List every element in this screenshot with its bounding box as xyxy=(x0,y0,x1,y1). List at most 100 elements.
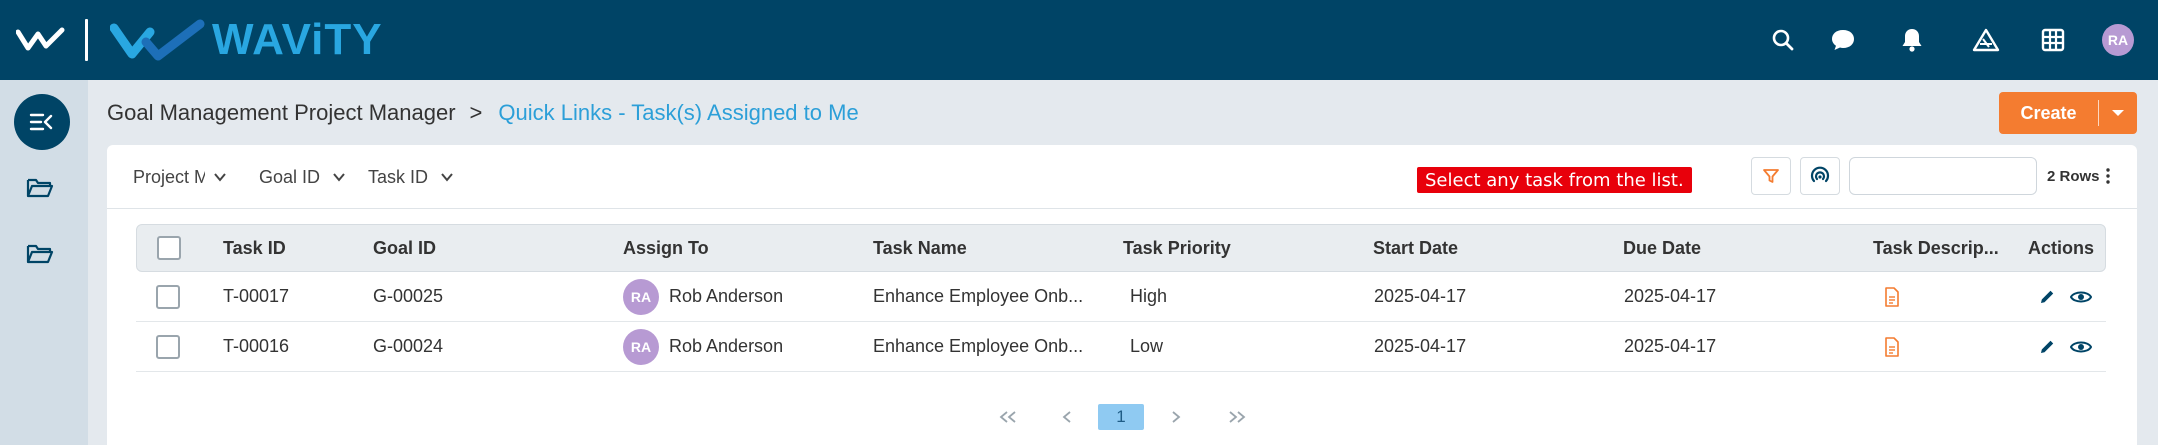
view-eye-icon[interactable] xyxy=(2070,286,2092,308)
col-actions: Actions xyxy=(2028,237,2095,258)
col-due-date[interactable]: Due Date xyxy=(1623,225,1701,271)
folder-open-icon xyxy=(26,178,54,198)
col-start-date[interactable]: Start Date xyxy=(1373,225,1458,271)
broadcast-icon xyxy=(1810,166,1830,183)
cell-actions xyxy=(2036,272,2092,321)
document-icon[interactable] xyxy=(1881,336,1903,358)
cell-goal-id: G-00025 xyxy=(373,286,444,306)
cell-assign-to: RA Rob Anderson xyxy=(623,272,783,321)
row-checkbox[interactable] xyxy=(156,334,180,359)
selection-hint: Select any task from the list. xyxy=(1417,167,1692,193)
cell-start-date: 2025-04-17 xyxy=(1374,286,1467,306)
table-row[interactable]: T-00016 G-00024 RA Rob Anderson Enhance … xyxy=(136,322,2106,372)
create-dropdown-toggle[interactable] xyxy=(2099,92,2137,134)
search-box xyxy=(1849,157,2067,195)
filter-bar: Project Manager Goal ID Task ID Select a… xyxy=(107,145,2137,209)
col-task-description[interactable]: Task Descrip... xyxy=(1873,225,1999,271)
cell-task-name: Enhance Employee Onb... xyxy=(873,286,1084,306)
assignee-avatar: RA xyxy=(623,278,659,315)
bell-icon[interactable] xyxy=(1898,26,1926,54)
double-chevron-right-icon xyxy=(1229,411,1246,423)
pagination: 1 xyxy=(107,395,2137,435)
filter-button[interactable] xyxy=(1751,157,1791,195)
kebab-menu-icon xyxy=(2105,168,2110,184)
sidebar xyxy=(0,80,88,445)
next-page-button[interactable] xyxy=(1164,403,1188,431)
assignee-name: Rob Anderson xyxy=(669,336,784,356)
edit-pencil-icon[interactable] xyxy=(2036,286,2058,308)
grid-icon[interactable] xyxy=(2039,26,2067,54)
page-number-current[interactable]: 1 xyxy=(1098,404,1144,430)
cell-due-date: 2025-04-17 xyxy=(1624,336,1717,356)
cell-task-id: T-00017 xyxy=(223,286,290,306)
breadcrumb-current[interactable]: Quick Links - Task(s) Assigned to Me xyxy=(498,100,858,126)
broadcast-button[interactable] xyxy=(1800,157,1840,195)
sidebar-toggle-button[interactable] xyxy=(14,94,70,150)
assignee-avatar: RA xyxy=(623,328,659,365)
cell-actions xyxy=(2036,322,2092,371)
search-icon[interactable] xyxy=(1769,26,1797,54)
rows-count-label: 2 Rows xyxy=(2047,167,2100,185)
create-button-label: Create xyxy=(2020,102,2077,123)
cell-task-description xyxy=(1881,322,1903,371)
row-checkbox[interactable] xyxy=(156,284,180,309)
alert-triangle-icon[interactable] xyxy=(1972,26,2000,54)
brand-check-icon xyxy=(110,19,205,61)
logo-divider xyxy=(85,19,88,61)
first-page-button[interactable] xyxy=(993,403,1023,431)
brand-name: WAViTY xyxy=(212,15,383,64)
breadcrumb: Goal Management Project Manager > Quick … xyxy=(107,98,859,128)
edit-pencil-icon[interactable] xyxy=(2036,336,2058,358)
view-eye-icon[interactable] xyxy=(2070,336,2092,358)
filter-label: Goal ID xyxy=(259,166,321,187)
select-all-checkbox[interactable] xyxy=(157,236,181,260)
double-chevron-left-icon xyxy=(999,411,1016,423)
brand-logo[interactable]: WAViTY xyxy=(110,15,383,64)
create-button[interactable]: Create xyxy=(1999,92,2137,134)
cell-task-priority: Low xyxy=(1130,336,1164,356)
cell-task-description xyxy=(1881,272,1903,321)
wavity-mark-icon[interactable] xyxy=(16,26,68,54)
filter-project-manager[interactable]: Project Manager xyxy=(133,165,227,189)
row-select-cell xyxy=(156,322,180,371)
col-assign-to[interactable]: Assign To xyxy=(623,225,709,271)
cell-due-date: 2025-04-17 xyxy=(1624,286,1717,306)
cell-task-name: Enhance Employee Onb... xyxy=(873,336,1084,356)
chevron-down-icon xyxy=(441,173,453,182)
cell-goal-id: G-00024 xyxy=(373,336,444,356)
chevron-right-icon xyxy=(1172,411,1181,423)
last-page-button[interactable] xyxy=(1222,403,1252,431)
chevron-left-icon xyxy=(1062,411,1071,423)
breadcrumb-separator: > xyxy=(469,100,483,125)
filter-task-id[interactable]: Task ID xyxy=(368,165,454,189)
filter-label: Task ID xyxy=(368,166,429,187)
breadcrumb-root[interactable]: Goal Management Project Manager xyxy=(107,100,456,126)
cell-start-date: 2025-04-17 xyxy=(1374,336,1467,356)
assignee-name: Rob Anderson xyxy=(669,286,784,306)
cell-task-priority: High xyxy=(1130,286,1168,306)
chat-icon[interactable] xyxy=(1829,26,1857,54)
col-goal-id[interactable]: Goal ID xyxy=(373,225,436,271)
top-bar: WAViTY RA xyxy=(0,0,2158,80)
sidebar-item-folder-1[interactable] xyxy=(24,174,56,202)
row-select-cell xyxy=(156,272,180,321)
table-row[interactable]: T-00017 G-00025 RA Rob Anderson Enhance … xyxy=(136,272,2106,322)
cell-assign-to: RA Rob Anderson xyxy=(623,322,783,371)
chevron-down-icon xyxy=(214,173,226,182)
tasks-table: Task ID Goal ID Assign To Task Name Task… xyxy=(136,224,2106,372)
filter-goal-id[interactable]: Goal ID xyxy=(259,165,346,189)
main-panel: Project Manager Goal ID Task ID Select a… xyxy=(107,145,2137,445)
document-icon[interactable] xyxy=(1881,286,1903,308)
search-input[interactable] xyxy=(1868,167,2067,185)
folder-open-icon xyxy=(26,244,54,264)
col-task-priority[interactable]: Task Priority xyxy=(1123,225,1231,271)
filter-label: Project Manager xyxy=(133,166,205,187)
col-task-id[interactable]: Task ID xyxy=(223,225,286,271)
prev-page-button[interactable] xyxy=(1055,403,1079,431)
sidebar-item-folder-2[interactable] xyxy=(24,240,56,268)
cell-task-id: T-00016 xyxy=(223,336,290,356)
user-avatar[interactable]: RA xyxy=(2102,24,2134,56)
caret-down-icon xyxy=(2112,110,2124,116)
rows-menu[interactable]: 2 Rows xyxy=(2047,165,2110,187)
col-task-name[interactable]: Task Name xyxy=(873,225,967,271)
